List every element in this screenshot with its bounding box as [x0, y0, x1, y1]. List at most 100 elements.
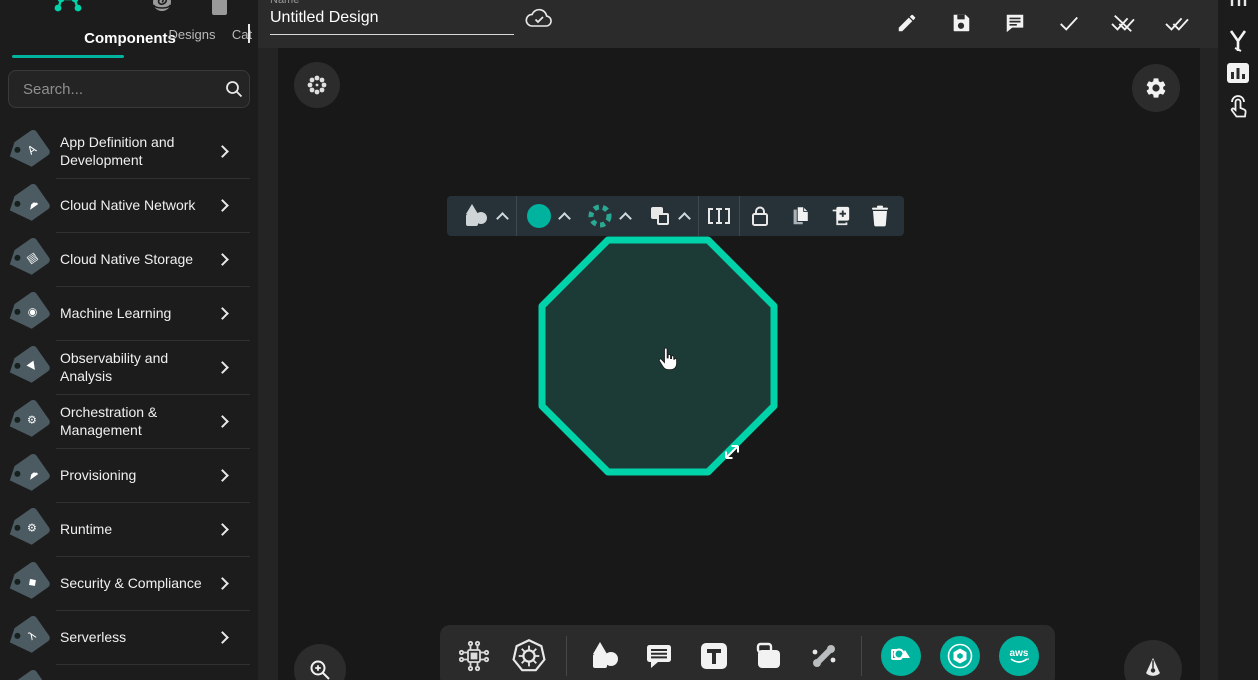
- design-name-input[interactable]: [270, 9, 514, 35]
- tag-icon: ☁: [4, 183, 52, 227]
- category-list: A App Definition and Development ☁ Cloud…: [0, 124, 258, 680]
- table-icon[interactable]: [1228, 0, 1248, 8]
- category-label: Machine Learning: [60, 304, 218, 322]
- components-sidebar: Components Designs Cat: [0, 0, 258, 680]
- designs-rose-icon: [149, 0, 175, 15]
- right-rail: [1218, 0, 1258, 680]
- tag-icon: ◉: [4, 291, 52, 335]
- chevron-right-icon[interactable]: [248, 26, 250, 44]
- edge-tool-icon[interactable]: [806, 638, 842, 674]
- canvas-left-gutter: [258, 48, 278, 680]
- note-tool-icon[interactable]: [751, 638, 787, 674]
- comment-tool-icon[interactable]: [641, 638, 677, 674]
- flower-icon: [306, 74, 328, 96]
- double-check-icon[interactable]: [1164, 10, 1190, 36]
- delete-icon[interactable]: [860, 196, 900, 236]
- tab-components[interactable]: Components: [6, 0, 130, 60]
- shape-picker-dropdown[interactable]: [451, 201, 516, 231]
- category-tools[interactable]: ✂ Tools: [0, 664, 258, 680]
- shapes-group-button[interactable]: [881, 636, 921, 676]
- chevron-up-icon: [558, 212, 571, 225]
- category-security[interactable]: ◆ Security & Compliance: [0, 556, 258, 610]
- chevron-right-icon: [216, 523, 229, 536]
- chevron-right-icon: [216, 199, 229, 212]
- fill-color-dropdown[interactable]: [517, 203, 578, 229]
- chevron-right-icon: [216, 631, 229, 644]
- comment-icon[interactable]: [1002, 10, 1028, 36]
- category-serverless[interactable]: λ Serverless: [0, 610, 258, 664]
- diagonal-resize-arrow[interactable]: [720, 440, 744, 464]
- sidebar-tabs: Components Designs Cat: [0, 0, 258, 60]
- zoom-in-button[interactable]: [294, 644, 346, 680]
- chevron-right-icon: [216, 469, 229, 482]
- aws-group-button[interactable]: aws: [999, 636, 1039, 676]
- settings-gear-icon: [1144, 76, 1168, 100]
- canvas-right-gutter: [1200, 48, 1218, 680]
- shape-toolbar: [447, 196, 904, 236]
- category-cloud-native-network[interactable]: ☁ Cloud Native Network: [0, 178, 258, 232]
- design-canvas[interactable]: aws: [258, 48, 1218, 680]
- chevron-up-icon: [619, 212, 632, 225]
- category-runtime[interactable]: ⚙ Runtime: [0, 502, 258, 556]
- canvas-settings-button[interactable]: [1132, 64, 1180, 112]
- hexagon-group-icon: [947, 643, 973, 669]
- tab-catalog[interactable]: Cat: [198, 0, 242, 60]
- merge-y-icon[interactable]: [1226, 28, 1250, 54]
- duplicate-icon[interactable]: [780, 196, 820, 236]
- category-machine-learning[interactable]: ◉ Machine Learning: [0, 286, 258, 340]
- flower-button[interactable]: [294, 62, 340, 108]
- pen-tool-button[interactable]: [1124, 640, 1182, 680]
- tag-icon: ▤: [4, 237, 52, 281]
- bar-chart-icon[interactable]: [1226, 62, 1250, 84]
- category-label: Provisioning: [60, 466, 218, 484]
- kubernetes-icon[interactable]: [511, 638, 547, 674]
- category-label: App Definition and Development: [60, 133, 218, 169]
- cloud-done-icon: [524, 8, 554, 30]
- chevron-right-icon: [216, 307, 229, 320]
- catalog-file-icon: [211, 0, 229, 15]
- shapes-icon[interactable]: [586, 638, 622, 674]
- hand-pointer-cursor: [656, 346, 680, 374]
- arrange-icon: [648, 204, 672, 228]
- header-actions: [894, 10, 1190, 36]
- tab-designs[interactable]: Designs: [132, 0, 192, 60]
- svg-text:aws: aws: [1010, 648, 1029, 659]
- tag-icon: ◆: [4, 561, 52, 605]
- hexagon-group-button[interactable]: [940, 636, 980, 676]
- lock-icon[interactable]: [740, 196, 780, 236]
- check-icon[interactable]: [1056, 10, 1082, 36]
- category-provisioning[interactable]: ☁ Provisioning: [0, 448, 258, 502]
- chevron-right-icon: [216, 253, 229, 266]
- tag-icon: A: [4, 129, 52, 173]
- shapes-group-icon: [890, 645, 912, 667]
- design-header: Name: [258, 0, 1218, 48]
- tag-icon: ⚙: [4, 399, 52, 443]
- search-input[interactable]: [21, 80, 224, 99]
- bottom-toolbar: aws: [440, 625, 1055, 680]
- aws-group-icon: aws: [1006, 643, 1032, 669]
- tag-icon: λ: [4, 615, 52, 659]
- component-search: [8, 70, 250, 108]
- chevron-right-icon: [216, 415, 229, 428]
- category-observability[interactable]: ▼ Observability and Analysis: [0, 340, 258, 394]
- touch-icon[interactable]: [1227, 94, 1249, 120]
- edit-pencil-icon[interactable]: [894, 10, 920, 36]
- copy-add-icon[interactable]: [820, 196, 860, 236]
- category-app-definition[interactable]: A App Definition and Development: [0, 124, 258, 178]
- save-icon[interactable]: [948, 10, 974, 36]
- toolbar-divider: [566, 636, 567, 676]
- category-cloud-native-storage[interactable]: ▤ Cloud Native Storage: [0, 232, 258, 286]
- double-check-crossed-icon[interactable]: [1110, 10, 1136, 36]
- chevron-right-icon: [216, 145, 229, 158]
- chevron-right-icon: [216, 577, 229, 590]
- component-chip-icon[interactable]: [456, 638, 492, 674]
- arrange-dropdown[interactable]: [639, 204, 698, 228]
- stroke-style-dropdown[interactable]: [578, 203, 639, 229]
- category-label: Observability and Analysis: [60, 349, 218, 385]
- text-tool-icon[interactable]: [696, 638, 732, 674]
- search-icon[interactable]: [224, 79, 244, 99]
- toolbar-divider: [861, 636, 862, 676]
- rename-icon[interactable]: [699, 196, 739, 236]
- category-label: Cloud Native Storage: [60, 250, 218, 268]
- category-orchestration[interactable]: ⚙ Orchestration & Management: [0, 394, 258, 448]
